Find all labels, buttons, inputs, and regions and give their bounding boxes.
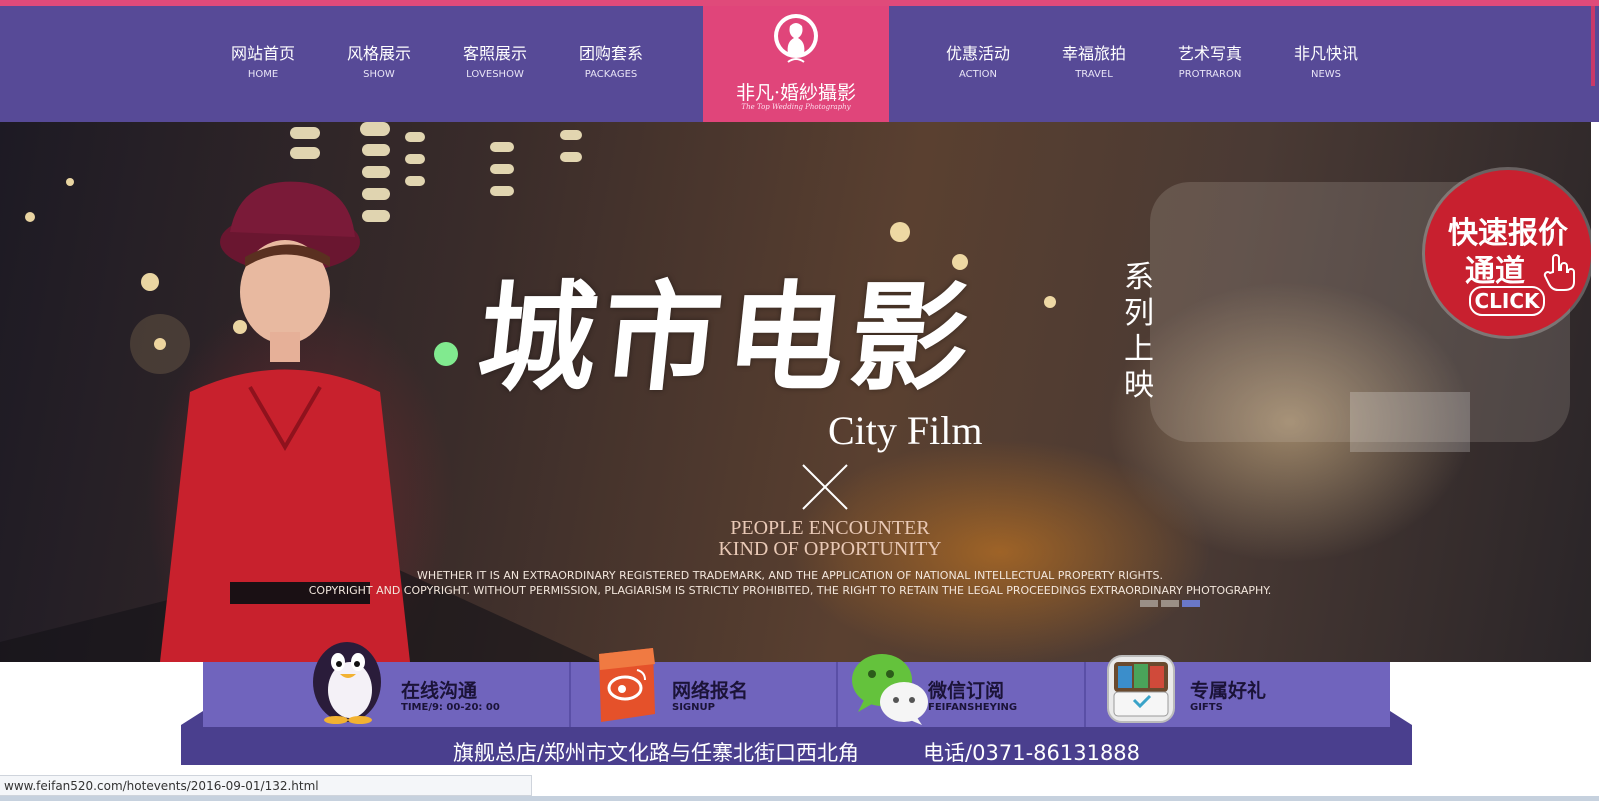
feature-strip: 在线沟通 TIME/9: 00-20: 00 网络报名 SIGNUP 微信订阅 … [203, 642, 1390, 727]
store-phone: 电话/0371-86131888 [923, 741, 1141, 765]
wechat-icon [852, 654, 928, 725]
nav-item-show[interactable]: 风格展示 SHOW [324, 44, 434, 82]
gift-wallet-icon [1107, 655, 1175, 723]
slide-dot-2[interactable] [1161, 600, 1179, 607]
slide-indicators [1140, 600, 1204, 608]
nav-label: 优惠活动 [945, 44, 1010, 63]
tagline-line-1: PEOPLE ENCOUNTER [730, 517, 930, 539]
store-info: 旗舰总店/郑州市文化路与任寨北街口西北角 电话/0371-86131888 [181, 737, 1412, 767]
nav-item-action[interactable]: 优惠活动 ACTION [923, 44, 1033, 82]
tagline-line-2: KIND OF OPPORTUNITY [718, 538, 942, 560]
nav-label: 风格展示 [346, 44, 411, 63]
bride-emblem-icon [774, 14, 818, 63]
feature-subtitle: FEIFANSHEYING [928, 702, 1018, 713]
banner-tagline: PEOPLE ENCOUNTER KIND OF OPPORTUNITY [560, 518, 1100, 560]
nav-item-travel[interactable]: 幸福旅拍 TRAVEL [1039, 44, 1149, 82]
banner-english-title: City Film [828, 408, 983, 453]
quick-quote-button[interactable]: 快速报价 通道 CLICK [1425, 170, 1591, 336]
description-line-1: WHETHER IT IS AN EXTRAORDINARY REGISTERE… [417, 569, 1163, 582]
click-label: CLICK [1469, 286, 1545, 316]
feature-wechat[interactable]: 微信订阅 FEIFANSHEYING [838, 654, 1083, 727]
nav-sublabel: LOVESHOW [466, 69, 524, 80]
pointer-hand-icon [1543, 254, 1575, 291]
feature-online-chat[interactable]: 在线沟通 TIME/9: 00-20: 00 [203, 642, 568, 727]
nav-item-home[interactable]: 网站首页 HOME [208, 44, 318, 82]
slide-dot-1[interactable] [1140, 600, 1158, 607]
weibo-icon [599, 648, 655, 722]
feature-subtitle: GIFTS [1190, 702, 1223, 713]
feature-title: 在线沟通 [401, 680, 478, 702]
feature-title: 专属好礼 [1190, 680, 1267, 702]
nav-sublabel: ACTION [958, 69, 998, 80]
banner-headline: 城市电影 [471, 268, 983, 407]
feature-subtitle: SIGNUP [672, 702, 715, 713]
nav-label: 客照展示 [462, 44, 527, 63]
nav-item-packages[interactable]: 团购套系 PACKAGES [556, 44, 666, 82]
banner-vertical-text: 系列上映 [1124, 260, 1154, 403]
hero-banner[interactable]: 城市电影 系列上映 City Film PEOPLE ENCOUNTER KIN… [0, 122, 1591, 662]
nav-sublabel: PACKAGES [584, 69, 638, 80]
nav-sublabel: TRAVEL [1075, 69, 1113, 80]
banner-description: WHETHER IT IS AN EXTRAORDINARY REGISTERE… [240, 568, 1340, 598]
feature-signup[interactable]: 网络报名 SIGNUP [571, 648, 835, 727]
penguin-icon [313, 642, 381, 724]
site-logo[interactable]: 非凡·婚紗攝影 The Top Wedding Photography [703, 6, 889, 122]
logo-tagline: The Top Wedding Photography [741, 103, 851, 111]
feature-title: 微信订阅 [928, 680, 1005, 702]
nav-item-protraron[interactable]: 艺术写真 PROTRARON [1155, 44, 1265, 82]
browser-status-bar: www.feifan520.com/hotevents/2016-09-01/1… [0, 775, 532, 796]
nav-label: 非凡快讯 [1293, 44, 1358, 63]
nav-sublabel: HOME [247, 69, 279, 80]
nav-sublabel: PROTRARON [1178, 69, 1242, 80]
logo-name: 非凡·婚紗攝影 [735, 82, 857, 104]
feature-subtitle: TIME/9: 00-20: 00 [401, 702, 500, 713]
nav-item-news[interactable]: 非凡快讯 NEWS [1271, 44, 1381, 82]
feature-gifts[interactable]: 专属好礼 GIFTS [1086, 655, 1390, 727]
slide-dot-3[interactable] [1182, 600, 1200, 607]
nav-sublabel: NEWS [1310, 69, 1342, 80]
cross-icon [802, 464, 848, 510]
scrollbar-thumb[interactable] [1591, 6, 1595, 86]
os-taskbar [0, 796, 1599, 801]
nav-label: 团购套系 [578, 44, 643, 63]
description-line-2: COPYRIGHT AND COPYRIGHT. WITHOUT PERMISS… [308, 584, 1272, 597]
feature-title: 网络报名 [672, 680, 749, 702]
nav-sublabel: SHOW [363, 69, 395, 80]
nav-label: 幸福旅拍 [1061, 44, 1126, 63]
nav-item-loveshow[interactable]: 客照展示 LOVESHOW [440, 44, 550, 82]
nav-label: 网站首页 [230, 44, 295, 63]
nav-label: 艺术写真 [1177, 44, 1242, 63]
store-address: 旗舰总店/郑州市文化路与任寨北街口西北角 [452, 741, 860, 765]
